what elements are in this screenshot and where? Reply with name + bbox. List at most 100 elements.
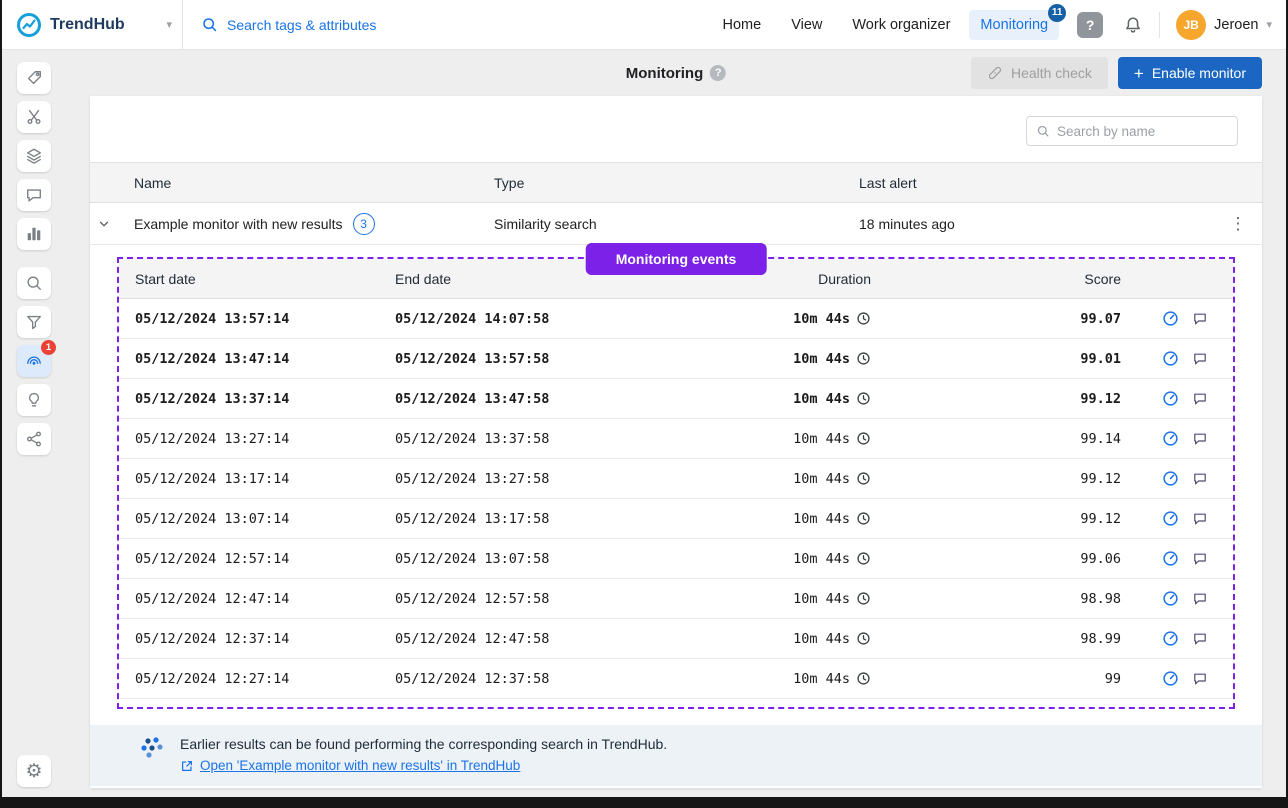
health-check-button[interactable]: Health check xyxy=(971,57,1108,89)
col-score: Score xyxy=(887,271,1137,287)
search-by-name-input[interactable] xyxy=(1057,124,1228,139)
comment-icon[interactable] xyxy=(1192,351,1208,367)
sidebar-item-filter[interactable] xyxy=(17,306,51,338)
monitoring-events-pill: Monitoring events xyxy=(586,243,767,275)
comment-icon xyxy=(25,186,43,204)
brand-area[interactable]: TrendHub ▾ xyxy=(2,0,183,49)
duration-text: 10m 44s xyxy=(793,551,850,567)
notifications-bell-icon[interactable] xyxy=(1123,15,1143,35)
event-actions xyxy=(1137,310,1233,327)
navbar-right: Home View Work organizer Monitoring 11 ?… xyxy=(712,10,1286,40)
comment-icon[interactable] xyxy=(1192,311,1208,327)
clock-icon xyxy=(856,671,871,686)
event-duration: 10m 44s xyxy=(629,431,887,447)
gauge-icon[interactable] xyxy=(1162,550,1179,567)
event-row: 05/12/2024 12:57:14 05/12/2024 13:07:58 … xyxy=(119,539,1233,579)
scissors-icon xyxy=(25,108,43,126)
comment-icon[interactable] xyxy=(1192,671,1208,687)
search-by-name-box[interactable] xyxy=(1026,116,1238,146)
event-duration: 10m 44s xyxy=(629,471,887,487)
monitor-table-header: Name Type Last alert xyxy=(90,162,1262,203)
nav-monitoring[interactable]: Monitoring 11 xyxy=(969,10,1059,40)
col-type: Type xyxy=(478,175,843,191)
event-score: 99.12 xyxy=(887,391,1137,407)
plus-icon: + xyxy=(1134,65,1144,82)
note-text: Earlier results can be found performing … xyxy=(180,736,667,752)
help-button[interactable]: ? xyxy=(1077,12,1103,38)
sidebar-item-tags[interactable] xyxy=(17,62,51,94)
enable-monitor-button[interactable]: + Enable monitor xyxy=(1118,57,1262,89)
app-window: TrendHub ▾ Search tags & attributes Home… xyxy=(2,0,1286,797)
duration-text: 10m 44s xyxy=(793,471,850,487)
search-icon xyxy=(25,274,43,292)
event-actions xyxy=(1137,350,1233,367)
open-in-trendhub-link-label: Open 'Example monitor with new results' … xyxy=(200,758,520,773)
nav-work-organizer[interactable]: Work organizer xyxy=(841,10,961,40)
event-actions xyxy=(1137,670,1233,687)
gauge-icon[interactable] xyxy=(1162,630,1179,647)
sidebar-item-settings[interactable]: ⚙ xyxy=(17,755,51,787)
monitor-name-cell: Example monitor with new results 3 xyxy=(118,213,478,235)
brand-chevron-down-icon[interactable]: ▾ xyxy=(166,18,172,31)
gauge-icon[interactable] xyxy=(1162,470,1179,487)
event-score: 98.98 xyxy=(887,591,1137,607)
monitoring-events-section: Monitoring events Start date End date Du… xyxy=(117,257,1235,709)
external-link-icon xyxy=(180,759,194,773)
page-title-help-icon[interactable]: ? xyxy=(710,65,726,81)
gauge-icon[interactable] xyxy=(1162,430,1179,447)
sidebar-item-layers[interactable] xyxy=(17,140,51,172)
sidebar-item-search[interactable] xyxy=(17,267,51,299)
comment-icon[interactable] xyxy=(1192,431,1208,447)
event-end-date: 05/12/2024 14:07:58 xyxy=(379,311,629,327)
note-texts: Earlier results can be found performing … xyxy=(180,736,667,773)
comment-icon[interactable] xyxy=(1192,391,1208,407)
gauge-icon[interactable] xyxy=(1162,350,1179,367)
comment-icon[interactable] xyxy=(1192,471,1208,487)
event-end-date: 05/12/2024 13:37:58 xyxy=(379,431,629,447)
event-duration: 10m 44s xyxy=(629,631,887,647)
event-actions xyxy=(1137,470,1233,487)
event-end-date: 05/12/2024 13:57:58 xyxy=(379,351,629,367)
sidebar-item-network[interactable] xyxy=(17,423,51,455)
event-score: 99.01 xyxy=(887,351,1137,367)
event-end-date: 05/12/2024 12:47:58 xyxy=(379,631,629,647)
gauge-icon[interactable] xyxy=(1162,590,1179,607)
duration-text: 10m 44s xyxy=(793,311,850,327)
sidebar-item-monitoring[interactable]: 1 xyxy=(17,345,51,377)
lightbulb-icon xyxy=(25,391,43,409)
event-row: 05/12/2024 13:37:14 05/12/2024 13:47:58 … xyxy=(119,379,1233,419)
monitor-row[interactable]: Example monitor with new results 3 Simil… xyxy=(90,203,1262,245)
global-search[interactable]: Search tags & attributes xyxy=(183,16,376,33)
comment-icon[interactable] xyxy=(1192,551,1208,567)
gauge-icon[interactable] xyxy=(1162,670,1179,687)
event-duration: 10m 44s xyxy=(629,311,887,327)
event-score: 99.14 xyxy=(887,431,1137,447)
columns-icon xyxy=(25,225,43,243)
event-duration: 10m 44s xyxy=(629,351,887,367)
event-duration: 10m 44s xyxy=(629,391,887,407)
gauge-icon[interactable] xyxy=(1162,390,1179,407)
user-chevron-down-icon: ▾ xyxy=(1266,18,1272,31)
clock-icon xyxy=(856,431,871,446)
clock-icon xyxy=(856,351,871,366)
row-expander[interactable] xyxy=(90,217,118,231)
gauge-icon[interactable] xyxy=(1162,310,1179,327)
comment-icon[interactable] xyxy=(1192,591,1208,607)
sidebar-item-comments[interactable] xyxy=(17,179,51,211)
enable-monitor-label: Enable monitor xyxy=(1152,65,1246,81)
brand-name: TrendHub xyxy=(50,16,125,34)
kebab-menu-icon[interactable]: ⋮ xyxy=(1214,214,1262,234)
sidebar-item-insights[interactable] xyxy=(17,384,51,416)
open-in-trendhub-link[interactable]: Open 'Example monitor with new results' … xyxy=(180,758,667,773)
comment-icon[interactable] xyxy=(1192,511,1208,527)
event-start-date: 05/12/2024 13:37:14 xyxy=(119,391,379,407)
comment-icon[interactable] xyxy=(1192,631,1208,647)
user-menu[interactable]: JB Jeroen ▾ xyxy=(1176,10,1272,40)
event-end-date: 05/12/2024 13:17:58 xyxy=(379,511,629,527)
sidebar-item-split[interactable] xyxy=(17,101,51,133)
clock-icon xyxy=(856,591,871,606)
nav-home[interactable]: Home xyxy=(712,10,773,40)
gauge-icon[interactable] xyxy=(1162,510,1179,527)
nav-view[interactable]: View xyxy=(780,10,833,40)
sidebar-item-dashboard[interactable] xyxy=(17,218,51,250)
